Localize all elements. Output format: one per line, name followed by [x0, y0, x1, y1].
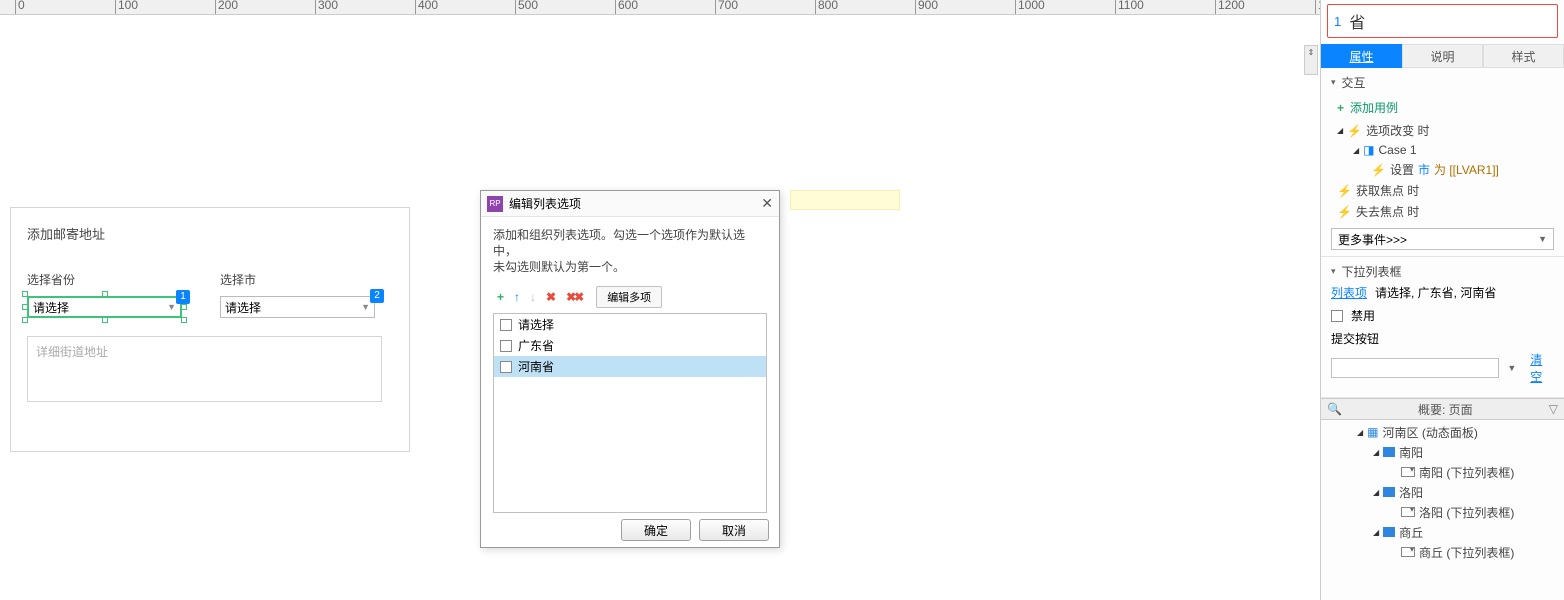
- close-icon[interactable]: ✕: [761, 195, 773, 212]
- scroll-marker: ⇕: [1304, 45, 1318, 75]
- chevron-down-icon: ▼: [361, 302, 370, 312]
- list-items-value: 请选择, 广东省, 河南省: [1375, 284, 1496, 301]
- chevron-down-icon: ▾: [1331, 77, 1336, 88]
- list-item[interactable]: 请选择: [494, 314, 766, 335]
- city-select[interactable]: 请选择 ▼ 2: [220, 296, 375, 318]
- footnote-1: 1: [176, 290, 190, 304]
- event-icon: ⚡: [1347, 124, 1362, 138]
- inspector-panel: 1 省 属性 说明 样式 ▾交互 +添加用例 ◢⚡选项改变 时 ◢◨Case 1…: [1320, 0, 1564, 600]
- delete-all-icon[interactable]: ✖✖: [566, 290, 582, 304]
- list-items-link[interactable]: 列表项: [1331, 284, 1367, 301]
- outline-row[interactable]: 商丘 (下拉列表框): [1325, 542, 1560, 562]
- chevron-down-icon[interactable]: ◢: [1357, 428, 1363, 437]
- event-row[interactable]: ⚡失去焦点 时: [1331, 201, 1554, 222]
- action-row[interactable]: ⚡设置 市 为 [[LVAR1]]: [1331, 159, 1554, 180]
- filter-icon[interactable]: ▽: [1549, 402, 1558, 416]
- inspector-tabs: 属性 说明 样式: [1321, 44, 1564, 68]
- more-events-select[interactable]: 更多事件>>>▼: [1331, 228, 1554, 250]
- outline-row[interactable]: 洛阳 (下拉列表框): [1325, 502, 1560, 522]
- dialog-description: 添加和组织列表选项。勾选一个选项作为默认选中，未勾选则默认为第一个。: [493, 227, 767, 275]
- move-up-icon[interactable]: ↑: [514, 290, 520, 304]
- event-icon: ⚡: [1337, 205, 1352, 219]
- folder-icon: ▦: [1367, 425, 1378, 439]
- submit-label: 提交按钮: [1331, 332, 1379, 346]
- case-icon: ◨: [1363, 143, 1374, 157]
- ok-button[interactable]: 确定: [621, 519, 691, 541]
- chevron-down-icon: ▾: [1331, 266, 1336, 277]
- canvas[interactable]: ⇕ 添加邮寄地址 选择省份 请选择 ▼ 1 选择市: [0, 15, 1320, 600]
- province-label: 选择省份: [27, 271, 200, 288]
- checkbox[interactable]: [500, 319, 512, 331]
- delete-icon[interactable]: ✖: [546, 290, 556, 304]
- tab-style[interactable]: 样式: [1483, 44, 1564, 68]
- disabled-label: 禁用: [1351, 307, 1375, 324]
- province-value: 请选择: [33, 299, 69, 316]
- chevron-down-icon[interactable]: ▼: [1507, 363, 1516, 373]
- outline-tree[interactable]: ◢▦河南区 (动态面板)◢南阳南阳 (下拉列表框)◢洛阳洛阳 (下拉列表框)◢商…: [1321, 420, 1564, 600]
- add-case-button[interactable]: +添加用例: [1331, 95, 1554, 120]
- case-row[interactable]: ◢◨Case 1: [1331, 141, 1554, 159]
- chevron-down-icon[interactable]: ◢: [1373, 488, 1379, 497]
- list-item[interactable]: 广东省: [494, 335, 766, 356]
- chevron-down-icon[interactable]: ◢: [1373, 528, 1379, 537]
- tab-properties[interactable]: 属性: [1321, 44, 1402, 68]
- tab-notes[interactable]: 说明: [1402, 44, 1483, 68]
- widget-name-field[interactable]: 1 省: [1327, 4, 1558, 38]
- search-icon[interactable]: 🔍: [1327, 402, 1342, 416]
- chevron-down-icon: ▼: [167, 302, 176, 312]
- event-icon: ⚡: [1337, 184, 1352, 198]
- bolt-icon: ⚡: [1371, 163, 1386, 177]
- form-title: 添加邮寄地址: [27, 224, 393, 243]
- rect-icon: [1383, 447, 1395, 457]
- rect-icon: [1383, 487, 1395, 497]
- rect-icon: [1383, 527, 1395, 537]
- cancel-button[interactable]: 取消: [699, 519, 769, 541]
- city-value: 请选择: [225, 299, 261, 316]
- add-icon[interactable]: +: [497, 290, 504, 304]
- edit-multi-button[interactable]: 编辑多项: [596, 286, 662, 308]
- outline-row[interactable]: 南阳 (下拉列表框): [1325, 462, 1560, 482]
- clear-link[interactable]: 清空: [1530, 351, 1554, 385]
- app-icon: RP: [487, 196, 503, 212]
- chevron-down-icon[interactable]: ◢: [1373, 448, 1379, 457]
- event-row[interactable]: ⚡获取焦点 时: [1331, 180, 1554, 201]
- footnote-2: 2: [370, 289, 384, 303]
- chevron-down-icon: ▼: [1538, 234, 1547, 244]
- highlight-band: [790, 190, 900, 210]
- form-panel: 添加邮寄地址 选择省份 请选择 ▼ 1 选择市 请选择: [10, 207, 410, 452]
- horizontal-ruler: 0100200300400500600700800900100011001200…: [0, 0, 1320, 15]
- checkbox[interactable]: [500, 361, 512, 373]
- section-droplist[interactable]: ▾下拉列表框: [1331, 263, 1554, 280]
- dialog-toolbar: + ↑ ↓ ✖ ✖✖ 编辑多项: [493, 285, 767, 309]
- outline-row[interactable]: ◢▦河南区 (动态面板): [1325, 422, 1560, 442]
- disabled-checkbox[interactable]: [1331, 310, 1343, 322]
- widget-name: 省: [1349, 9, 1365, 33]
- city-label: 选择市: [220, 271, 393, 288]
- event-row[interactable]: ◢⚡选项改变 时: [1331, 120, 1554, 141]
- droplist-icon: [1401, 507, 1415, 517]
- plus-icon: +: [1337, 101, 1344, 115]
- outline-row[interactable]: ◢洛阳: [1325, 482, 1560, 502]
- outline-row[interactable]: ◢南阳: [1325, 442, 1560, 462]
- submit-input[interactable]: [1331, 358, 1499, 378]
- dialog-title: 编辑列表选项: [509, 195, 581, 212]
- address-textarea[interactable]: 详细街道地址: [27, 336, 382, 402]
- droplist-icon: [1401, 467, 1415, 477]
- outline-header: 🔍 概要: 页面 ▽: [1321, 398, 1564, 420]
- options-list[interactable]: 请选择广东省河南省: [493, 313, 767, 513]
- section-interaction[interactable]: ▾交互: [1331, 74, 1554, 91]
- edit-list-dialog: RP 编辑列表选项 ✕ 添加和组织列表选项。勾选一个选项作为默认选中，未勾选则默…: [480, 190, 780, 548]
- dialog-titlebar[interactable]: RP 编辑列表选项 ✕: [481, 191, 779, 217]
- widget-index: 1: [1334, 14, 1341, 29]
- droplist-icon: [1401, 547, 1415, 557]
- outline-row[interactable]: ◢商丘: [1325, 522, 1560, 542]
- province-select[interactable]: 请选择 ▼ 1: [27, 296, 182, 318]
- move-down-icon[interactable]: ↓: [530, 290, 536, 304]
- checkbox[interactable]: [500, 340, 512, 352]
- list-item[interactable]: 河南省: [494, 356, 766, 377]
